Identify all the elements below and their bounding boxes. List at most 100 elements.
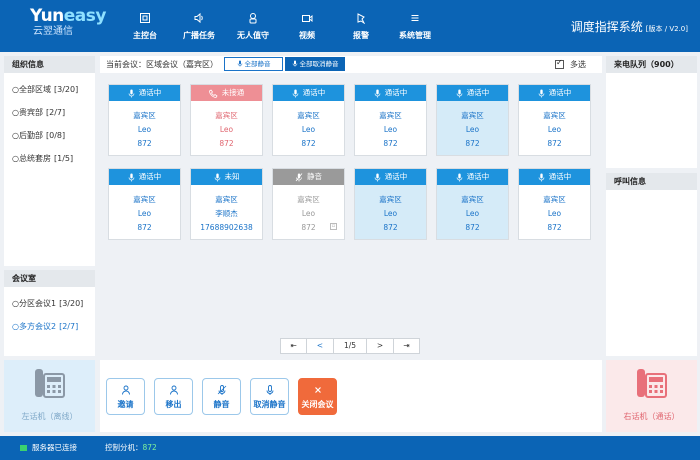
org-item-vip[interactable]: ○贵宾部 [2/7] (4, 101, 95, 124)
remove-icon (169, 385, 178, 395)
desk-phone-icon (35, 369, 65, 398)
right-phone[interactable]: 右话机（通话） (606, 360, 697, 432)
close-icon (314, 387, 321, 393)
participant-number: 872 (465, 223, 480, 232)
participant-number: 872 (137, 223, 152, 232)
participant-number: 17688902638 (200, 223, 253, 232)
nav-label: 主控台 (133, 30, 157, 40)
close-conference-button[interactable]: 关闭会议 (298, 378, 337, 415)
participant-card[interactable]: 通话中 嘉宾区 Leo 872 (108, 84, 181, 156)
pager-first-button[interactable]: ⇤ (281, 339, 308, 353)
participant-status: 静音 (273, 169, 344, 185)
participant-card[interactable]: 未知 嘉宾区 李顺杰 17688902638 (190, 168, 263, 240)
action-bar: 邀请 移出 静音 取消静音 关闭会议 (100, 360, 602, 432)
nav-label: 报警 (353, 30, 369, 40)
participant-area: 嘉宾区 (543, 111, 566, 120)
unmute-button[interactable]: 取消静音 (250, 378, 289, 415)
participant-card[interactable]: 通话中嘉宾区 Leo 872 (436, 168, 509, 240)
muted-mic-icon (295, 172, 303, 181)
top-bar: Yuneasy 云翌通信 主控台 广播任务 无人值守 视频 报警 系统管理 调度… (0, 0, 700, 52)
pager-last-button[interactable]: ⇥ (394, 339, 419, 353)
pager-prev-button[interactable]: < (307, 339, 334, 353)
pagination: ⇤ < 1/5 > ⇥ (280, 338, 420, 354)
org-item-all[interactable]: ○全部区域 [3/20] (4, 78, 95, 101)
video-icon (302, 14, 313, 22)
nav-dashboard[interactable]: 主控台 (118, 0, 172, 52)
participant-status: 通话中 (109, 85, 180, 101)
meeting-item-multi2[interactable]: ○多方会议2 [2/7] (4, 315, 95, 338)
participant-status: 通话中 (437, 85, 508, 101)
mic-icon (128, 173, 135, 181)
multi-select-toggle[interactable]: 多选 (555, 58, 586, 70)
participant-card[interactable]: 通话中 嘉宾区 Leo 872 (272, 84, 345, 156)
nav-alarm[interactable]: 报警 (334, 0, 388, 52)
participant-card[interactable]: 未接通 嘉宾区 Leo 872 (190, 84, 263, 156)
mic-icon (538, 89, 545, 97)
dashboard-icon (140, 12, 150, 23)
right-phone-label: 右话机（通话） (623, 412, 680, 421)
participant-name: Leo (547, 125, 562, 134)
mic-icon (292, 89, 299, 97)
participant-info: 嘉宾区 Leo 872 (519, 101, 590, 151)
participant-card[interactable]: 静音 嘉宾区 Leo 872 ▫ (272, 168, 345, 240)
participant-area: 嘉宾区 (543, 195, 566, 204)
nav-label: 无人值守 (237, 30, 269, 40)
mic-icon (374, 173, 381, 181)
mute-icon (217, 385, 226, 395)
status-bar: 服务器已连接 控制分机：872 (0, 436, 700, 460)
nav-broadcast[interactable]: 广播任务 (172, 0, 226, 52)
multi-select-checkbox[interactable] (555, 58, 564, 69)
unmute-icon (266, 385, 273, 395)
nav-video[interactable]: 视频 (280, 0, 334, 52)
pager-current: 1/5 (334, 339, 368, 353)
control-extension-number: 872 (142, 443, 157, 452)
participant-number: 872 (383, 223, 398, 232)
remove-button[interactable]: 移出 (154, 378, 193, 415)
server-status-text: 服务器已连接 (32, 443, 77, 452)
participant-card[interactable]: 通话中 嘉宾区 Leo 872 (354, 168, 427, 240)
participant-name: Leo (465, 125, 480, 134)
participant-card[interactable]: 通话中 嘉宾区 Leo 872 (518, 84, 591, 156)
participant-area: 嘉宾区 (133, 195, 156, 204)
participant-card[interactable]: 通话中 嘉宾区 Leo 872 (354, 84, 427, 156)
meeting-room-panel: 会议室 ○分区会议1 [3/20] ○多方会议2 [2/7] (4, 270, 95, 356)
unmute-all-button[interactable]: 全部取消静音 (285, 57, 345, 71)
brand-en-main: Yun (30, 6, 64, 26)
participant-status: 通话中 (437, 169, 508, 185)
participant-info: 嘉宾区 Leo 872 (109, 185, 180, 235)
org-item-suite[interactable]: ○总统套房 [1/5] (4, 147, 95, 170)
pager-next-button[interactable]: > (367, 339, 394, 353)
participant-status: 通话中 (355, 85, 426, 101)
participant-card[interactable]: 通话中 嘉宾区 Leo 872 (518, 168, 591, 240)
mute-all-button[interactable]: 全部静音 (224, 57, 283, 71)
participant-name: Leo (465, 209, 480, 218)
left-phone[interactable]: 左话机（离线） (4, 360, 95, 432)
participant-info: 嘉宾区 Leo 872 (191, 101, 262, 151)
participant-status: 通话中 (273, 85, 344, 101)
participant-status: 未知 (191, 169, 262, 185)
participant-area: 嘉宾区 (379, 195, 402, 204)
participant-name: 李顺杰 (215, 209, 238, 218)
nav-unattended[interactable]: 无人值守 (226, 0, 280, 52)
org-item-logistics[interactable]: ○后勤部 [0/8] (4, 124, 95, 147)
mute-button[interactable]: 静音 (202, 378, 241, 415)
participant-info: 嘉宾区 Leo 872 (109, 101, 180, 151)
mic-icon (214, 173, 220, 181)
system-menu-icon (411, 14, 419, 21)
alarm-icon (357, 12, 366, 24)
mic-icon (374, 89, 381, 97)
participant-info: 嘉宾区 李顺杰 17688902638 (191, 185, 262, 235)
participant-area: 嘉宾区 (461, 195, 484, 204)
participant-card[interactable]: 通话中 嘉宾区 Leo 872 (436, 84, 509, 156)
nav-system[interactable]: 系统管理 (388, 0, 442, 52)
invite-button[interactable]: 邀请 (106, 378, 145, 415)
meeting-item-zone1[interactable]: ○分区会议1 [3/20] (4, 292, 95, 315)
meeting-room-title: 会议室 (4, 270, 95, 287)
volume-icon[interactable]: ▫ (330, 223, 337, 230)
participant-area: 嘉宾区 (297, 195, 320, 204)
participant-name: Leo (137, 209, 152, 218)
participant-status: 通话中 (519, 85, 590, 101)
incoming-queue-title: 来电队列（900） (606, 56, 697, 73)
brand-en-sub: easy (63, 6, 107, 26)
participant-card[interactable]: 通话中 嘉宾区 Leo 872 (108, 168, 181, 240)
